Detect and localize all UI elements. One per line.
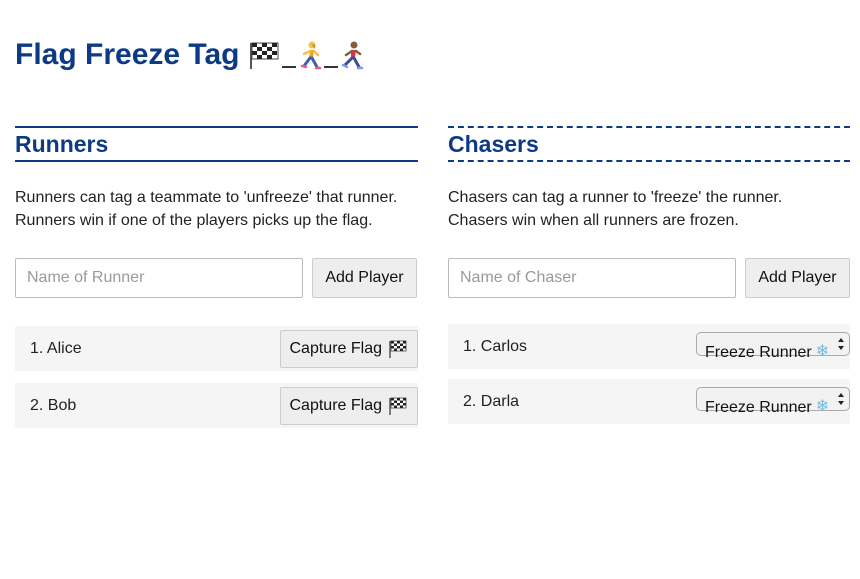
chaser-row: 1. Carlos Freeze Runner ❄ [448,324,850,369]
runners-panel: Runners Runners can tag a teammate to 'u… [15,126,418,444]
add-runner-button[interactable]: Add Player [312,258,417,298]
page-title: Flag Freeze Tag [15,38,364,72]
runners-heading: Runners [15,130,109,157]
add-chaser-button[interactable]: Add Player [745,258,850,298]
capture-flag-button[interactable]: Capture Flag [279,329,418,368]
capture-flag-button[interactable]: Capture Flag [279,386,418,425]
chaser-row: 2. Darla Freeze Runner ❄ [448,379,850,424]
chaser-name-input[interactable] [448,258,736,298]
runner-name: 2. Bob [30,396,77,414]
runners-desc-line-1: Runners can tag a teammate to 'unfreeze'… [15,189,398,206]
title-underscore [323,66,338,68]
title-emoji-group [248,40,364,70]
snowflake-icon: ❄ [815,397,830,415]
freeze-runner-label: Freeze Runner [705,343,812,361]
chaser-list: 1. Carlos Freeze Runner ❄ 2. Darla Freez… [448,324,850,424]
runner-list: 1. Alice Capture Flag 2. Bob Capture Fla… [15,326,418,428]
woman-running-icon [300,41,321,70]
capture-flag-label: Capture Flag [289,396,383,414]
runner-row: 2. Bob Capture Flag [15,383,418,428]
runner-row: 1. Alice Capture Flag [15,326,418,371]
chasers-description: Chasers can tag a runner to 'freeze' the… [448,186,850,232]
runner-name: 1. Alice [30,339,82,357]
runners-description: Runners can tag a teammate to 'unfreeze'… [15,186,418,232]
chaser-name: 2. Darla [463,392,520,410]
select-arrows-icon [838,392,844,405]
freeze-runner-select[interactable]: Freeze Runner ❄ [696,386,850,415]
chasers-header: Chasers [448,126,850,162]
freeze-runner-label: Freeze Runner [705,398,812,416]
chaser-name: 1. Carlos [463,337,528,355]
chasers-desc-line-1: Chasers can tag a runner to 'freeze' the… [448,189,783,206]
add-chaser-row: Add Player [448,258,850,298]
runners-header: Runners [15,126,418,162]
checkered-flag-icon [249,42,279,69]
man-running-icon [341,41,363,70]
runner-name-input[interactable] [15,258,303,298]
freeze-runner-select[interactable]: Freeze Runner ❄ [696,331,850,360]
checkered-flag-icon [389,397,407,415]
chasers-heading: Chasers [448,130,539,157]
chasers-desc-line-2: Chasers win when all runners are frozen. [448,212,739,229]
title-underscore [281,66,296,68]
checkered-flag-icon [389,340,407,358]
runners-desc-line-2: Runners win if one of the players picks … [15,212,373,229]
snowflake-icon: ❄ [815,342,830,360]
chasers-panel: Chasers Chasers can tag a runner to 'fre… [448,126,850,440]
select-arrows-icon [838,337,844,350]
capture-flag-label: Capture Flag [289,339,383,357]
page-title-text: Flag Freeze Tag [15,38,240,71]
add-runner-row: Add Player [15,258,418,298]
